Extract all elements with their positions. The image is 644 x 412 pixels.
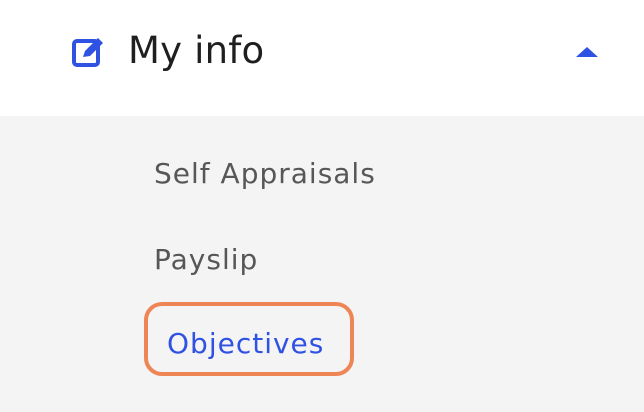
my-info-menu-header[interactable]: My info — [0, 0, 644, 116]
submenu-item-objectives[interactable]: Objectives — [167, 326, 324, 362]
caret-up-icon[interactable] — [575, 45, 599, 59]
submenu-item-self-appraisals[interactable]: Self Appraisals — [154, 156, 376, 192]
submenu-item-payslip[interactable]: Payslip — [154, 242, 258, 278]
my-info-submenu: Self Appraisals Payslip Objectives — [0, 116, 644, 412]
my-info-title: My info — [128, 29, 265, 72]
my-info-navigation: My info Self Appraisals Payslip Objectiv… — [0, 0, 644, 412]
edit-icon — [72, 38, 103, 67]
